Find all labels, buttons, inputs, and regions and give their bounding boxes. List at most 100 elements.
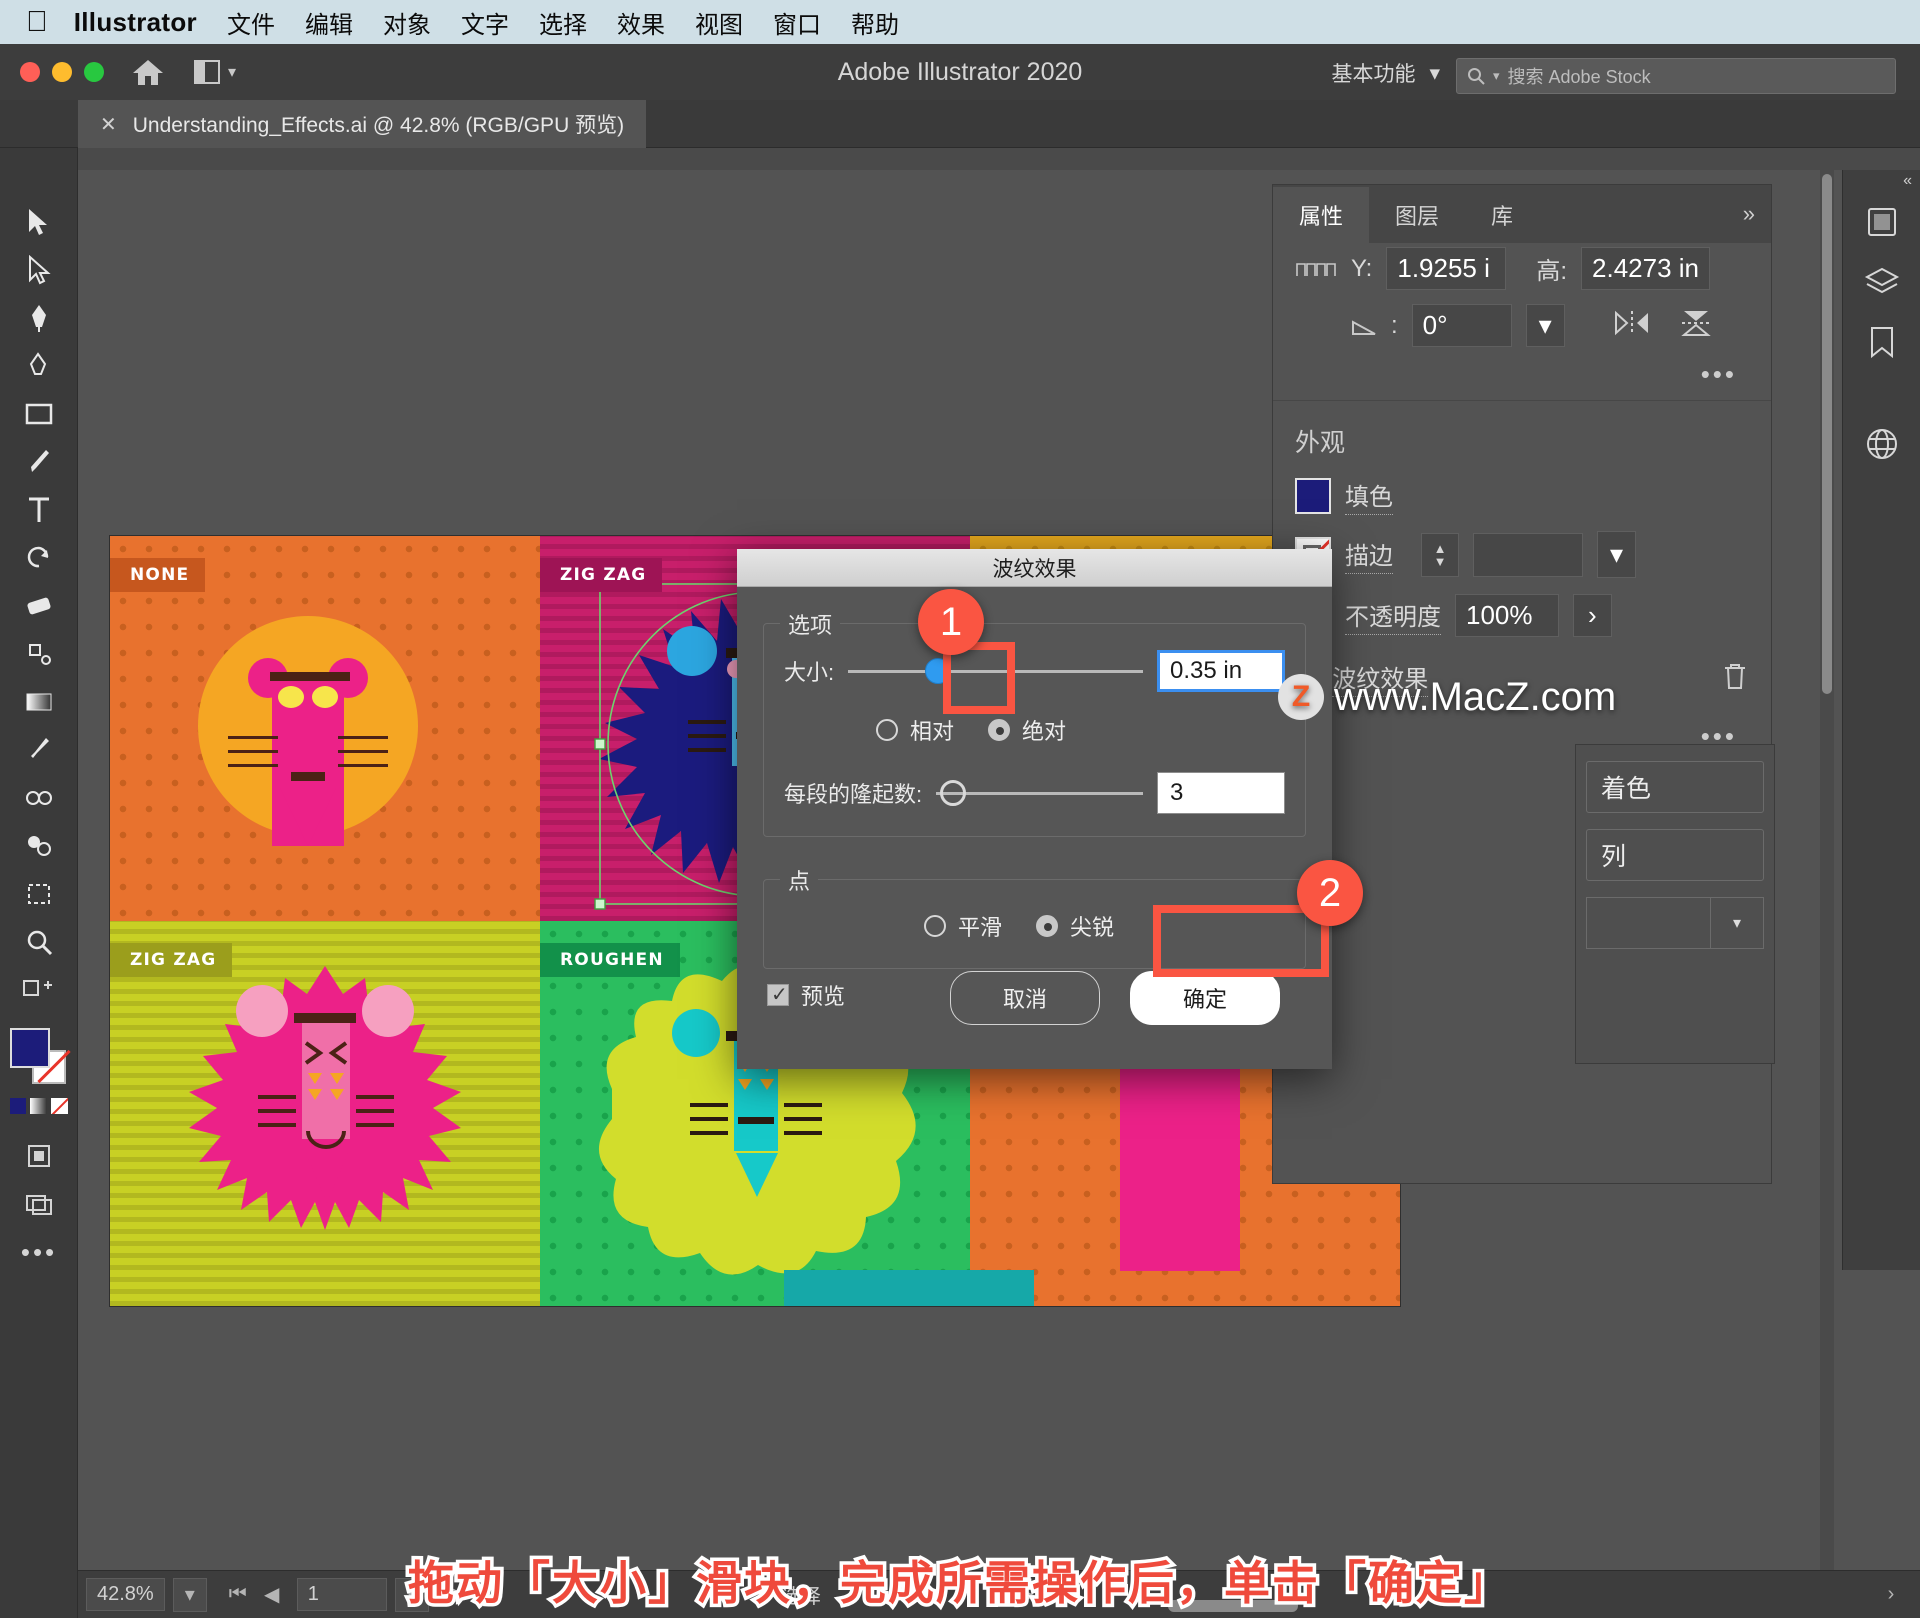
ripple-effect-dialog[interactable]: 波纹效果 选项 大小: 0.35 in 相对 绝对 每段的隆起数: 3 点 平滑… bbox=[737, 549, 1332, 1069]
size-control-row[interactable]: 大小: 0.35 in bbox=[784, 650, 1285, 692]
angle-dropdown-icon[interactable]: ▾ bbox=[1525, 304, 1565, 347]
layers-panel-icon[interactable] bbox=[1843, 252, 1920, 312]
none-swatch-icon[interactable] bbox=[50, 1098, 68, 1114]
blend-tool-icon[interactable] bbox=[0, 774, 78, 822]
menu-item-effect[interactable]: 效果 bbox=[617, 5, 665, 40]
tab-properties[interactable]: 属性 bbox=[1273, 187, 1370, 243]
color-mode-swatches[interactable] bbox=[9, 1098, 68, 1114]
chevron-down-icon[interactable]: ▾ bbox=[1710, 897, 1764, 949]
appearance-stroke-row[interactable]: 描边 ▲ ▼ ▾ bbox=[1273, 531, 1771, 578]
radio-relative-label[interactable]: 相对 bbox=[910, 714, 954, 746]
arrange-documents-icon[interactable]: ▾ bbox=[194, 60, 236, 84]
obscured-input[interactable] bbox=[1586, 897, 1710, 949]
gradient-swatch-icon[interactable] bbox=[30, 1098, 47, 1114]
artboard-panel-icon[interactable] bbox=[1843, 192, 1920, 252]
artboard-cell-zigzag-bottom[interactable]: ZIG ZAG bbox=[110, 921, 540, 1306]
menu-item-select[interactable]: 选择 bbox=[539, 5, 587, 40]
preview-checkbox[interactable] bbox=[767, 982, 789, 1007]
curvature-tool-icon[interactable] bbox=[0, 342, 78, 390]
canvas-vertical-scrollbar[interactable] bbox=[1820, 170, 1834, 1570]
recolor-field[interactable]: 着色 bbox=[1586, 761, 1764, 813]
angle-input[interactable]: 0° bbox=[1411, 304, 1512, 347]
transform-more-options-icon[interactable]: ••• bbox=[1273, 359, 1771, 390]
radio-absolute[interactable] bbox=[988, 719, 1011, 741]
chevron-double-right-icon[interactable]: » bbox=[1743, 201, 1755, 227]
chevron-down-icon[interactable]: ▾ bbox=[1429, 61, 1440, 86]
radio-corner[interactable] bbox=[1036, 915, 1059, 937]
rectangle-tool-icon[interactable] bbox=[0, 390, 78, 438]
window-controls[interactable] bbox=[20, 62, 104, 82]
stroke-width-stepper[interactable]: ▲ ▼ bbox=[1421, 532, 1459, 577]
preview-label[interactable]: 预览 bbox=[801, 979, 845, 1011]
menu-item-help[interactable]: 帮助 bbox=[851, 5, 899, 40]
search-input[interactable]: 搜索 Adobe Stock bbox=[1508, 63, 1651, 89]
color-swatch-icon[interactable] bbox=[9, 1098, 27, 1114]
cancel-button[interactable]: 取消 bbox=[950, 971, 1100, 1025]
home-icon[interactable] bbox=[130, 54, 166, 90]
flip-horizontal-icon[interactable] bbox=[1613, 309, 1651, 342]
radio-absolute-label[interactable]: 绝对 bbox=[1022, 714, 1066, 746]
close-icon[interactable]: ✕ bbox=[100, 112, 117, 137]
ok-button[interactable]: 确定 bbox=[1130, 971, 1280, 1025]
fill-swatch[interactable] bbox=[9, 1028, 50, 1068]
y-input[interactable]: 1.9255 i bbox=[1386, 247, 1507, 290]
tab-libraries[interactable]: 库 bbox=[1465, 187, 1539, 243]
menu-app-name[interactable]: Illustrator bbox=[74, 7, 197, 38]
apple-logo-icon[interactable]:  bbox=[26, 7, 48, 37]
artboard-tool-icon[interactable] bbox=[0, 870, 78, 918]
ridges-slider-knob[interactable] bbox=[940, 780, 967, 806]
scrollbar-thumb[interactable] bbox=[1822, 174, 1832, 694]
radio-smooth[interactable] bbox=[924, 915, 946, 937]
radio-relative[interactable] bbox=[876, 719, 898, 741]
ridges-control-row[interactable]: 每段的隆起数: 3 bbox=[784, 772, 1285, 814]
preview-checkbox-wrap[interactable]: 预览 bbox=[767, 979, 845, 1011]
scale-tool-icon[interactable] bbox=[0, 630, 78, 678]
eyedropper-tool-icon[interactable] bbox=[0, 726, 78, 774]
radio-smooth-label[interactable]: 平滑 bbox=[958, 910, 1002, 942]
minimize-window-button[interactable] bbox=[52, 62, 72, 82]
chevron-double-left-icon[interactable]: « bbox=[1903, 172, 1912, 190]
size-input[interactable]: 0.35 in bbox=[1157, 650, 1285, 692]
opacity-options-icon[interactable]: › bbox=[1573, 594, 1612, 637]
align-field[interactable]: 列 bbox=[1586, 829, 1764, 881]
change-screen-mode-icon[interactable] bbox=[0, 966, 78, 1014]
stock-search-box[interactable]: ▾ 搜索 Adobe Stock bbox=[1456, 58, 1896, 94]
screen-mode-icon[interactable] bbox=[0, 1180, 78, 1228]
pen-tool-icon[interactable] bbox=[0, 294, 78, 342]
menu-item-view[interactable]: 视图 bbox=[695, 5, 743, 40]
paintbrush-tool-icon[interactable] bbox=[0, 438, 78, 486]
menu-item-object[interactable]: 对象 bbox=[383, 5, 431, 40]
draw-mode-icon[interactable] bbox=[0, 1132, 78, 1180]
menu-item-file[interactable]: 文件 bbox=[227, 5, 275, 40]
radio-corner-label[interactable]: 尖锐 bbox=[1070, 910, 1114, 942]
maximize-window-button[interactable] bbox=[84, 62, 104, 82]
gradient-tool-icon[interactable] bbox=[0, 678, 78, 726]
ridges-input[interactable]: 3 bbox=[1157, 772, 1285, 814]
fill-color-swatch[interactable] bbox=[1295, 478, 1331, 514]
chevron-down-icon[interactable]: ▾ bbox=[1493, 68, 1500, 84]
globe-panel-icon[interactable] bbox=[1843, 414, 1920, 474]
appearance-fill-row[interactable]: 填色 bbox=[1273, 477, 1771, 515]
chevron-down-icon[interactable]: ▾ bbox=[228, 62, 236, 82]
menu-item-window[interactable]: 窗口 bbox=[773, 5, 821, 40]
zoom-tool-icon[interactable] bbox=[0, 918, 78, 966]
size-mode-radio-group[interactable]: 相对 绝对 bbox=[784, 714, 1285, 746]
edit-toolbar-icon[interactable]: ••• bbox=[0, 1228, 78, 1276]
direct-selection-tool-icon[interactable] bbox=[0, 246, 78, 294]
appearance-opacity-row[interactable]: 不透明度 100% › bbox=[1273, 594, 1771, 637]
flip-vertical-icon[interactable] bbox=[1679, 308, 1713, 343]
type-tool-icon[interactable] bbox=[0, 486, 78, 534]
artboard-cell-none[interactable]: NONE bbox=[110, 536, 540, 921]
document-tab[interactable]: ✕ Understanding_Effects.ai @ 42.8% (RGB/… bbox=[78, 100, 647, 148]
eraser-tool-icon[interactable] bbox=[0, 582, 78, 630]
close-window-button[interactable] bbox=[20, 62, 40, 82]
workspace-switcher[interactable]: 基本功能 ▾ bbox=[1331, 58, 1440, 88]
trash-icon[interactable] bbox=[1721, 661, 1749, 696]
tab-layers[interactable]: 图层 bbox=[1369, 187, 1465, 243]
menu-item-type[interactable]: 文字 bbox=[461, 5, 509, 40]
stroke-width-input[interactable] bbox=[1473, 532, 1583, 577]
selection-tool-icon[interactable] bbox=[0, 198, 78, 246]
opacity-input[interactable]: 100% bbox=[1455, 594, 1559, 637]
stroke-dropdown-icon[interactable]: ▾ bbox=[1597, 531, 1637, 578]
libraries-panel-icon[interactable] bbox=[1843, 312, 1920, 372]
